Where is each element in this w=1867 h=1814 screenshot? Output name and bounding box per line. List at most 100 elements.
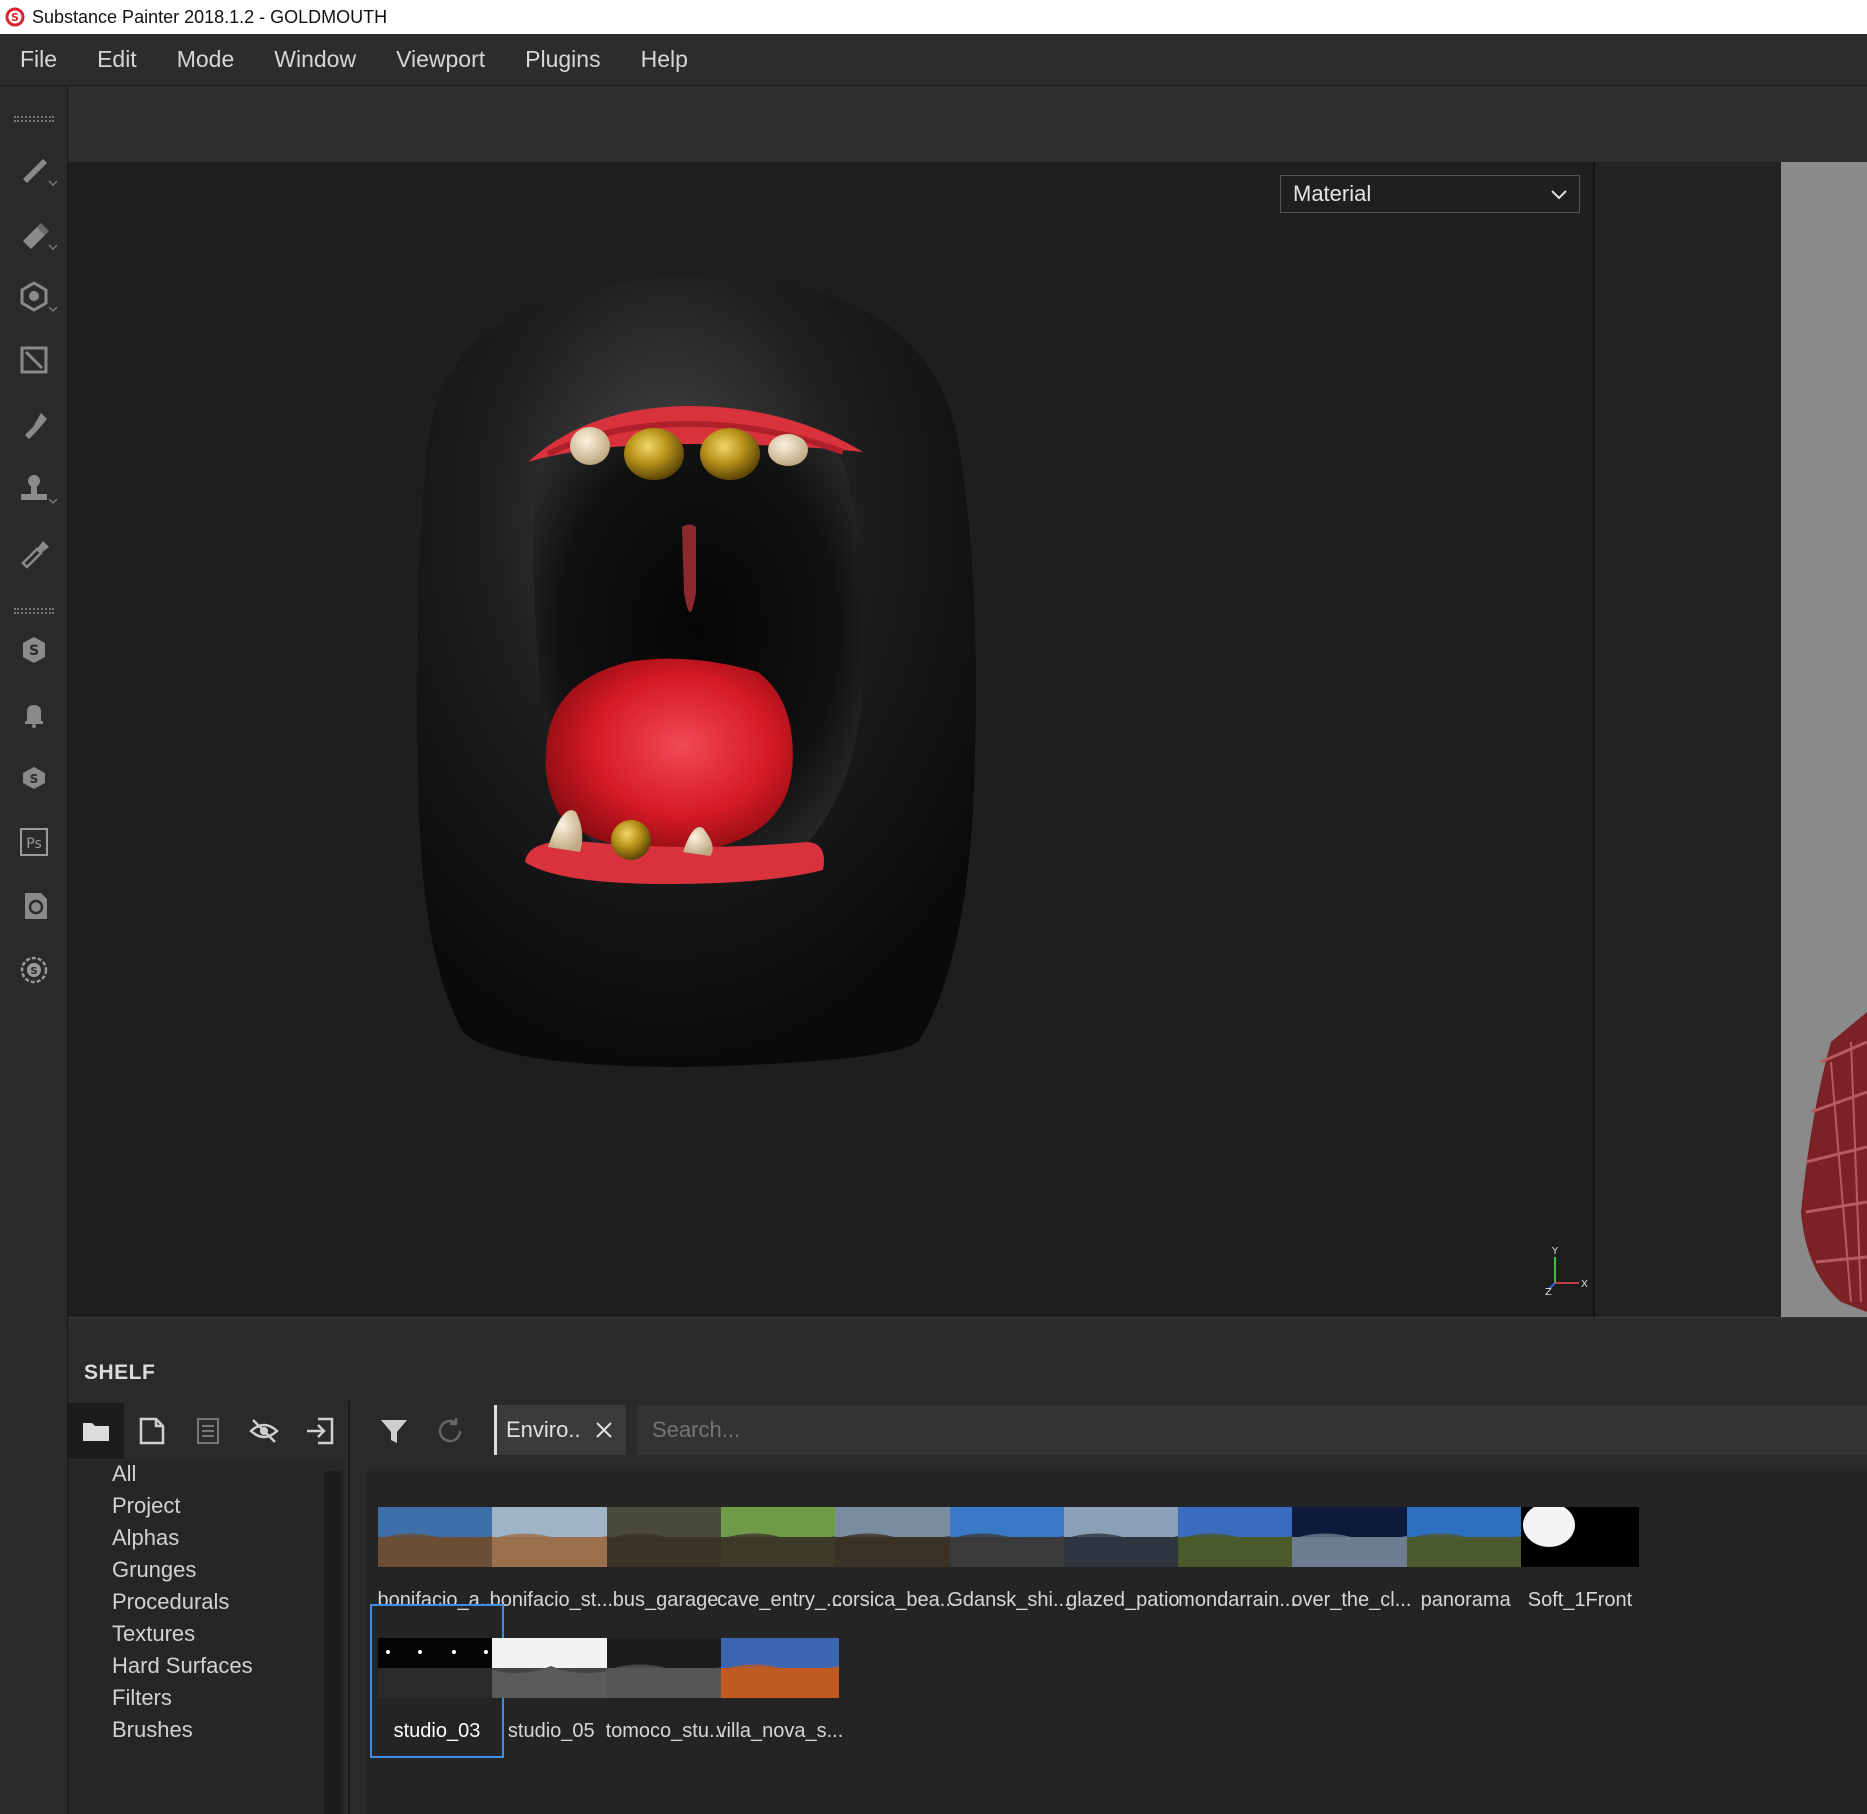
photoshop-icon: Ps xyxy=(20,828,48,856)
category-project[interactable]: Project xyxy=(112,1493,180,1519)
svg-text:S: S xyxy=(11,11,19,24)
funnel-icon xyxy=(381,1420,407,1443)
environment-asset-tile[interactable]: Soft_1Front xyxy=(1513,1473,1647,1627)
category-filters[interactable]: Filters xyxy=(112,1685,172,1711)
eraser-tool[interactable] xyxy=(10,210,58,258)
environment-asset-label: Soft_1Front xyxy=(1527,1589,1633,1611)
environment-asset-tile[interactable]: villa_nova_s... xyxy=(713,1604,847,1758)
environment-asset-label: villa_nova_s... xyxy=(716,1720,844,1742)
axis-x-label: X xyxy=(1581,1279,1588,1290)
sync-button[interactable] xyxy=(10,882,58,930)
filter-chip-label: Enviro.. xyxy=(506,1417,581,1442)
viewport-mode-value: Material xyxy=(1293,181,1372,206)
import-icon xyxy=(307,1417,334,1445)
environment-thumbnail xyxy=(378,1638,496,1698)
category-procedurals[interactable]: Procedurals xyxy=(112,1589,229,1615)
save-preset-button[interactable] xyxy=(180,1403,236,1459)
projection-tool[interactable] xyxy=(10,272,58,320)
smudge-tool[interactable] xyxy=(10,400,58,448)
axis-y-label: Y xyxy=(1551,1246,1559,1257)
environment-thumbnail xyxy=(1292,1507,1411,1567)
shelf-asset-grid: bonifacio_a... bonifacio_st... bus_garage c… xyxy=(366,1471,1867,1814)
hide-button[interactable] xyxy=(236,1403,292,1459)
menu-window[interactable]: Window xyxy=(254,46,376,73)
chevron-down-icon xyxy=(48,498,58,505)
menu-viewport[interactable]: Viewport xyxy=(376,46,505,73)
svg-text:Ps: Ps xyxy=(26,836,42,852)
svg-text:S: S xyxy=(30,772,39,786)
import-button[interactable] xyxy=(292,1403,348,1459)
menu-file[interactable]: File xyxy=(0,46,77,73)
filter-button[interactable] xyxy=(366,1403,422,1459)
list-icon xyxy=(197,1418,219,1444)
toolbar-grip[interactable] xyxy=(14,116,54,122)
color-picker-tool[interactable] xyxy=(10,528,58,576)
environment-thumbnail xyxy=(1521,1507,1639,1567)
menu-bar: File Edit Mode Window Viewport Plugins H… xyxy=(0,34,1867,86)
shelf-folder-button[interactable] xyxy=(68,1403,124,1459)
environment-filter-chip[interactable]: Enviro.. xyxy=(494,1405,626,1455)
paint-brush-tool[interactable] xyxy=(10,146,58,194)
shelf-splitter[interactable] xyxy=(68,1317,1867,1331)
close-icon[interactable] xyxy=(594,1420,614,1440)
menu-plugins[interactable]: Plugins xyxy=(505,46,620,73)
shelf-panel: SHELF Enviro.. All Project xyxy=(68,1331,1867,1814)
projection-icon xyxy=(20,281,48,312)
substance-source-icon: S xyxy=(23,767,45,789)
substance-share-icon: S xyxy=(23,637,45,663)
photoshop-export-button[interactable]: Ps xyxy=(10,818,58,866)
context-toolbar xyxy=(68,86,1867,162)
paint-brush-icon xyxy=(23,159,47,183)
environment-thumbnail xyxy=(720,1638,839,1698)
environment-thumbnail xyxy=(492,1638,611,1698)
menu-mode[interactable]: Mode xyxy=(157,46,255,73)
window-title: Substance Painter 2018.1.2 - GOLDMOUTH xyxy=(32,6,388,27)
environment-thumbnail xyxy=(949,1507,1068,1567)
environment-thumbnail xyxy=(492,1507,611,1567)
sync-icon xyxy=(25,893,47,919)
category-scrollbar[interactable] xyxy=(324,1471,342,1814)
left-toolbar: S S Ps S xyxy=(0,86,68,1814)
eye-hidden-icon xyxy=(249,1419,279,1443)
category-textures[interactable]: Textures xyxy=(112,1621,195,1647)
notifications-button[interactable] xyxy=(10,690,58,738)
polygon-fill-tool[interactable] xyxy=(10,336,58,384)
shelf-toolbar xyxy=(68,1401,348,1461)
menu-help[interactable]: Help xyxy=(621,46,708,73)
substance-share-button[interactable]: S xyxy=(10,626,58,674)
toolbar-grip[interactable] xyxy=(14,608,54,614)
category-hard-surfaces[interactable]: Hard Surfaces xyxy=(112,1653,253,1679)
goldmouth-3d-model xyxy=(416,276,976,1067)
category-brushes[interactable]: Brushes xyxy=(112,1717,193,1743)
clone-stamp-icon xyxy=(21,475,47,500)
folder-icon xyxy=(83,1423,109,1441)
refresh-icon xyxy=(438,1418,462,1443)
3d-viewport[interactable] xyxy=(68,162,1595,1317)
notification-bell-icon xyxy=(25,705,43,728)
substance-button[interactable]: S xyxy=(10,946,58,994)
smudge-icon xyxy=(25,413,47,439)
new-resource-button[interactable] xyxy=(124,1403,180,1459)
new-document-icon xyxy=(139,1417,165,1445)
axis-z-label: Z xyxy=(1545,1287,1552,1295)
category-all[interactable]: All xyxy=(112,1461,136,1487)
category-alphas[interactable]: Alphas xyxy=(112,1525,179,1551)
shelf-pane-splitter[interactable] xyxy=(348,1401,350,1814)
menu-edit[interactable]: Edit xyxy=(77,46,157,73)
environment-thumbnail xyxy=(606,1507,725,1567)
shelf-search-input[interactable] xyxy=(638,1405,1867,1455)
reset-filter-button[interactable] xyxy=(422,1403,478,1459)
substance-painter-logo-icon: S xyxy=(5,7,25,27)
chevron-down-icon xyxy=(48,180,58,187)
environment-thumbnail xyxy=(606,1638,725,1698)
title-bar: S Substance Painter 2018.1.2 - GOLDMOUTH xyxy=(0,0,1867,34)
substance-source-button[interactable]: S xyxy=(10,754,58,802)
environment-thumbnail xyxy=(720,1507,839,1567)
axis-gizmo: Y X Z xyxy=(1545,1245,1590,1298)
2d-uv-viewport[interactable] xyxy=(1781,162,1867,1317)
shelf-category-list: All Project Alphas Grunges Procedurals T… xyxy=(68,1461,346,1814)
clone-tool[interactable] xyxy=(10,464,58,512)
uv-island-preview xyxy=(1801,1012,1867,1312)
viewport-mode-dropdown[interactable]: Material xyxy=(1280,175,1580,213)
category-grunges[interactable]: Grunges xyxy=(112,1557,196,1583)
